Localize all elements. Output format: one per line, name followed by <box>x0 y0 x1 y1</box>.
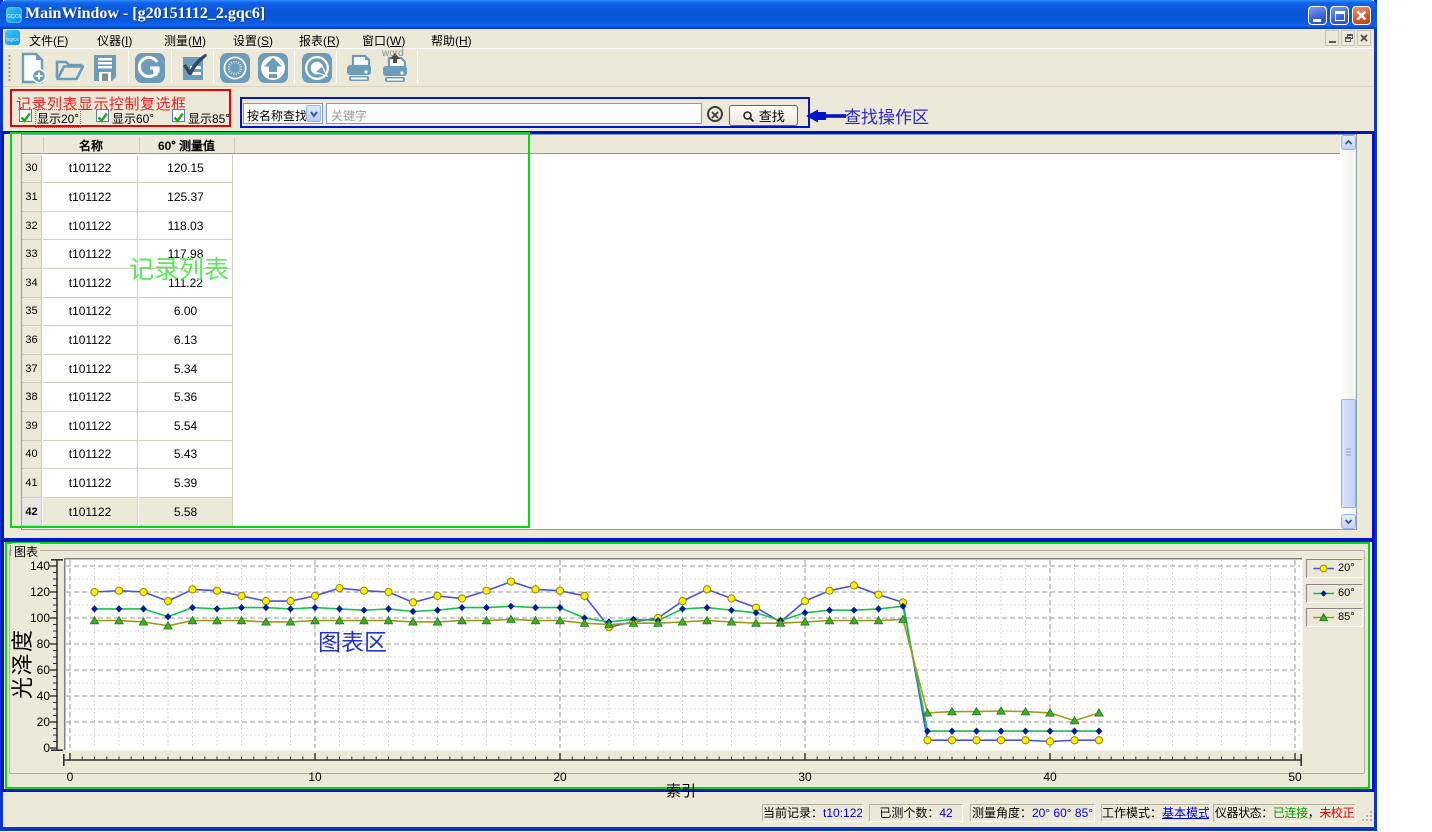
svg-text:80: 80 <box>37 637 51 651</box>
svg-text:140: 140 <box>30 559 50 573</box>
svg-text:20: 20 <box>553 770 567 784</box>
svg-text:20: 20 <box>37 715 51 729</box>
svg-text:40: 40 <box>1043 770 1057 784</box>
svg-text:60: 60 <box>37 663 51 677</box>
svg-text:40: 40 <box>37 689 51 703</box>
svg-text:120: 120 <box>30 585 50 599</box>
svg-text:50: 50 <box>1288 770 1302 784</box>
svg-text:0: 0 <box>43 741 50 755</box>
svg-text:30: 30 <box>798 770 812 784</box>
svg-text:0: 0 <box>67 770 74 784</box>
svg-text:10: 10 <box>308 770 322 784</box>
